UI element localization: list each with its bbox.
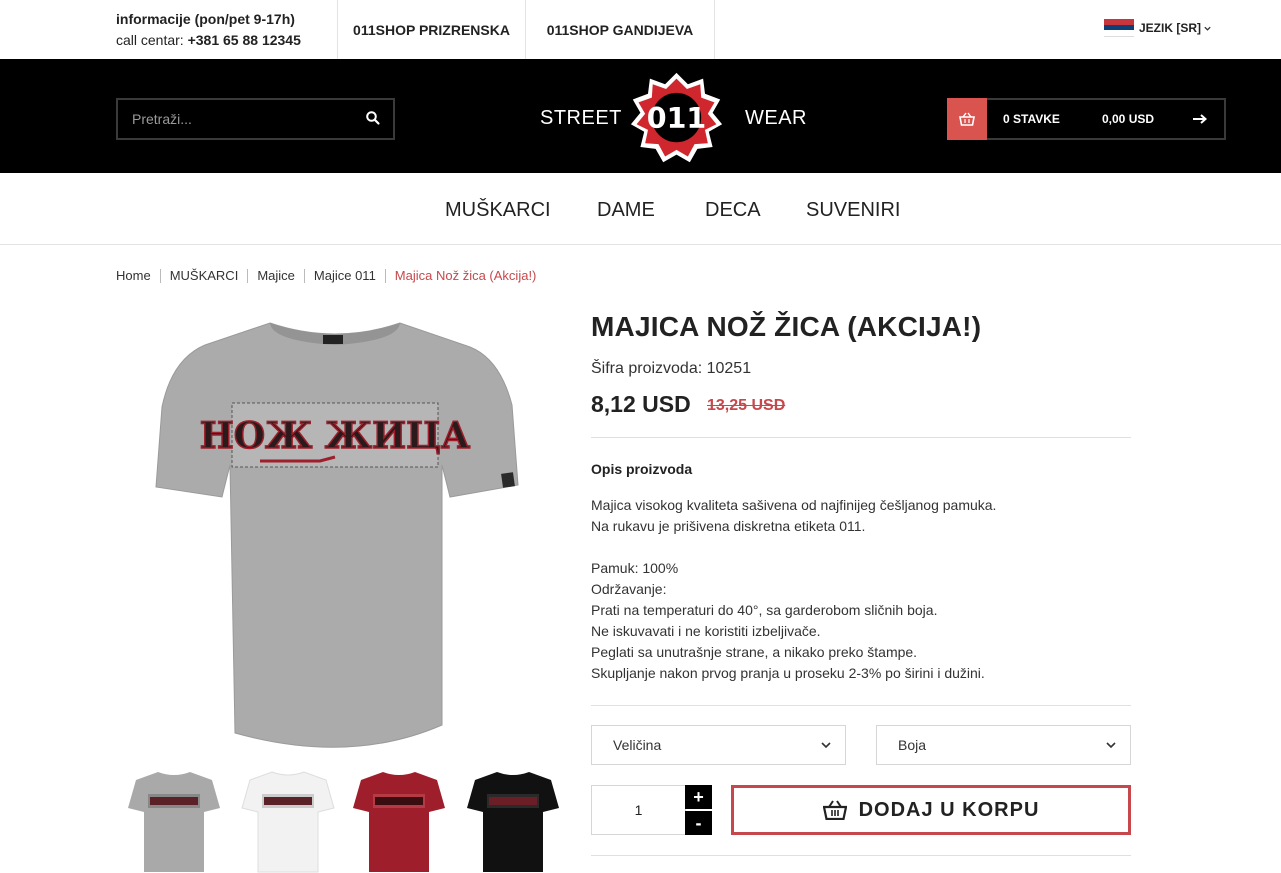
description-title: Opis proizvoda	[591, 461, 693, 477]
breadcrumb-majice[interactable]: Majice	[257, 268, 295, 283]
size-select[interactable]: Veličina	[591, 725, 846, 765]
thumbnail-red[interactable]	[349, 766, 449, 873]
product-price: 8,12 USD	[591, 391, 691, 417]
breadcrumb-separator	[303, 268, 305, 283]
breadcrumb-separator	[159, 268, 161, 283]
product-old-price: 13,25 USD	[707, 397, 786, 414]
desc-line: Prati na temperaturi do 40°, sa garderob…	[591, 602, 938, 618]
nav-item-suveniri[interactable]: SUVENIRI	[806, 199, 900, 222]
main-nav: MUŠKARCI DAME DECA SUVENIRI	[0, 173, 1281, 245]
breadcrumb-muskarci[interactable]: MUŠKARCI	[170, 268, 239, 283]
cart-icon-box	[947, 98, 987, 140]
cart-items-count: 0 STAVKE	[1003, 112, 1060, 126]
shop-gandijeva-link[interactable]: 011SHOP GANDIJEVA	[525, 0, 715, 59]
nav-item-dame[interactable]: DAME	[597, 199, 655, 222]
shirt-print-text: НОЖ ЖИЦА	[200, 415, 471, 457]
divider	[591, 855, 1131, 856]
cart-total: 0,00 USD	[1102, 112, 1155, 126]
color-select-label: Boja	[898, 737, 927, 753]
thumbnail-gray[interactable]	[124, 766, 224, 873]
desc-line	[591, 537, 1131, 558]
add-to-cart-label: DODAJ U KORPU	[858, 798, 1040, 821]
chevron-down-icon	[1106, 742, 1116, 749]
search-icon[interactable]	[365, 110, 381, 126]
header: STREET 011 WEAR 0 STAVKE 0,00 USD	[0, 59, 1281, 173]
desc-line: Peglati sa unutrašnje strane, a nikako p…	[591, 644, 918, 660]
brand-wear-text: WEAR	[745, 107, 807, 129]
quantity-minus-button[interactable]: -	[685, 811, 712, 835]
cart-widget[interactable]: 0 STAVKE 0,00 USD	[947, 98, 1226, 140]
breadcrumb-separator	[384, 268, 386, 283]
desc-line: Skupljanje nakon prvog pranja u proseku …	[591, 665, 985, 681]
thumbnail-black[interactable]	[463, 766, 563, 873]
breadcrumb-current: Majica Nož žica (Akcija!)	[394, 268, 537, 283]
arrow-right-icon[interactable]	[1192, 111, 1208, 127]
product-sku: Šifra proizvoda: 10251	[591, 360, 752, 377]
product-title: MAJICA NOŽ ŽICA (AKCIJA!)	[591, 311, 982, 342]
top-bar: informacije (pon/pet 9-17h) call centar:…	[0, 0, 1281, 59]
divider	[591, 437, 1131, 438]
desc-line: Održavanje:	[591, 581, 667, 597]
nav-item-deca[interactable]: DECA	[705, 199, 761, 222]
language-selector[interactable]: JEZIK [SR]	[1104, 19, 1212, 38]
call-center-label: call centar:	[116, 32, 188, 48]
nav-item-muskarci[interactable]: MUŠKARCI	[445, 199, 551, 222]
breadcrumb-majice-011[interactable]: Majice 011	[314, 268, 376, 283]
breadcrumb-home[interactable]: Home	[116, 268, 151, 283]
desc-line: Majica visokog kvaliteta sašivena od naj…	[591, 497, 997, 513]
color-select[interactable]: Boja	[876, 725, 1131, 765]
desc-line: Pamuk: 100%	[591, 560, 679, 576]
contact-info: informacije (pon/pet 9-17h) call centar:…	[116, 9, 301, 51]
desc-line: Na rukavu je prišivena diskretna etiketa…	[591, 518, 866, 534]
chevron-down-icon	[1204, 26, 1211, 31]
brand-street-text: STREET	[540, 107, 622, 129]
chevron-down-icon	[821, 742, 831, 749]
basket-icon	[959, 112, 975, 126]
basket-icon	[822, 800, 847, 820]
breadcrumb: Home MUŠKARCI Majice Majice 011 Majica N…	[116, 268, 536, 283]
logo-011-icon[interactable]: 011	[629, 71, 724, 166]
serbia-flag-icon	[1104, 19, 1134, 38]
product-main-image[interactable]: НОЖ ЖИЦА	[150, 315, 520, 760]
thumbnail-white[interactable]	[238, 766, 338, 873]
thumbnail-strip	[116, 766, 559, 873]
divider	[591, 705, 1131, 706]
breadcrumb-separator	[247, 268, 249, 283]
size-select-label: Veličina	[613, 737, 662, 753]
add-to-cart-button[interactable]: DODAJ U KORPU	[731, 785, 1131, 835]
desc-line: Ne iskuvavati i ne koristiti izbeljivače…	[591, 623, 821, 639]
quantity-plus-button[interactable]: +	[685, 785, 712, 809]
logo-text: 011	[647, 102, 707, 135]
product-description: Majica visokog kvaliteta sašivena od naj…	[591, 495, 1131, 684]
info-hours: informacije (pon/pet 9-17h)	[116, 11, 295, 27]
search-input[interactable]	[118, 100, 358, 138]
language-label: JEZIK [SR]	[1139, 21, 1202, 35]
shop-prizrenska-link[interactable]: 011SHOP PRIZRENSKA	[337, 0, 525, 59]
quantity-input[interactable]: 1	[591, 785, 686, 835]
phone-number[interactable]: +381 65 88 12345	[188, 32, 301, 48]
search-box	[116, 98, 395, 140]
